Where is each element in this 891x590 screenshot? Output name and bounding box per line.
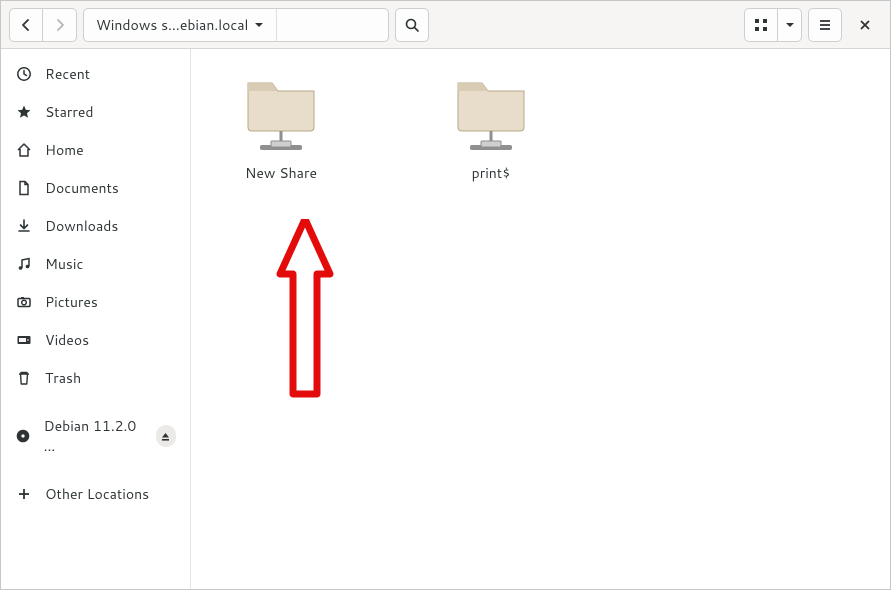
icon-view-button[interactable]: [744, 8, 778, 42]
sidebar-item-music[interactable]: Music: [1, 245, 190, 283]
document-icon: [15, 180, 33, 196]
search-icon: [404, 17, 420, 33]
sidebar-item-label: Starred: [45, 102, 94, 122]
sidebar-item-other-locations[interactable]: Other Locations: [1, 475, 190, 513]
share-folder[interactable]: print$: [431, 69, 551, 183]
sidebar-item-pictures[interactable]: Pictures: [1, 283, 190, 321]
share-folder[interactable]: New Share: [221, 69, 341, 183]
music-icon: [15, 256, 33, 272]
download-icon: [15, 218, 33, 234]
network-folder-icon: [236, 69, 326, 157]
sidebar-item-label: Debian 11.2.0 …: [44, 416, 144, 456]
path-segment-current[interactable]: Windows s…ebian.local: [84, 9, 277, 41]
forward-button[interactable]: [43, 8, 77, 42]
video-icon: [15, 332, 33, 348]
view-options-dropdown[interactable]: [778, 8, 802, 42]
header-right-group: [744, 8, 882, 42]
view-mode-group: [744, 8, 802, 42]
sidebar-item-label: Trash: [45, 368, 81, 388]
chevron-down-icon: [785, 20, 795, 30]
body: Recent Starred Home Documents Downloads: [1, 49, 890, 589]
home-icon: [15, 142, 33, 158]
sidebar-item-recent[interactable]: Recent: [1, 55, 190, 93]
sidebar-item-label: Other Locations: [45, 484, 149, 504]
hamburger-icon: [817, 17, 833, 33]
path-bar[interactable]: Windows s…ebian.local: [83, 8, 389, 42]
eject-button[interactable]: [156, 425, 176, 447]
folder-label: New Share: [245, 163, 317, 183]
search-button[interactable]: [395, 8, 429, 42]
sidebar-item-label: Pictures: [45, 292, 98, 312]
plus-icon: [15, 487, 33, 501]
sidebar-item-home[interactable]: Home: [1, 131, 190, 169]
sidebar-item-label: Videos: [45, 330, 89, 350]
star-icon: [15, 104, 33, 120]
close-window-button[interactable]: [848, 8, 882, 42]
trash-icon: [15, 370, 33, 386]
sidebar-item-disc[interactable]: Debian 11.2.0 …: [1, 407, 190, 465]
close-icon: [858, 18, 872, 32]
sidebar-item-label: Downloads: [45, 216, 118, 236]
path-label: Windows s…ebian.local: [96, 15, 248, 35]
sidebar: Recent Starred Home Documents Downloads: [1, 49, 191, 589]
clock-icon: [15, 66, 33, 82]
sidebar-item-starred[interactable]: Starred: [1, 93, 190, 131]
sidebar-item-label: Documents: [45, 178, 119, 198]
chevron-left-icon: [20, 19, 32, 31]
sidebar-item-trash[interactable]: Trash: [1, 359, 190, 397]
sidebar-item-downloads[interactable]: Downloads: [1, 207, 190, 245]
path-segment-empty[interactable]: [277, 9, 387, 41]
content-area[interactable]: New Share print$: [191, 49, 890, 589]
annotation-arrow: [275, 219, 335, 409]
sidebar-item-label: Recent: [45, 64, 90, 84]
nav-button-group: [9, 8, 77, 42]
disc-icon: [15, 428, 32, 444]
chevron-right-icon: [54, 19, 66, 31]
header-bar: Windows s…ebian.local: [1, 1, 890, 49]
back-button[interactable]: [9, 8, 43, 42]
sidebar-item-label: Music: [45, 254, 83, 274]
sidebar-item-label: Home: [45, 140, 84, 160]
folder-label: print$: [472, 163, 511, 183]
camera-icon: [15, 294, 33, 310]
sidebar-item-videos[interactable]: Videos: [1, 321, 190, 359]
grid-view-icon: [753, 17, 769, 33]
network-folder-icon: [446, 69, 536, 157]
dropdown-icon: [254, 20, 264, 30]
hamburger-menu-button[interactable]: [808, 8, 842, 42]
sidebar-item-documents[interactable]: Documents: [1, 169, 190, 207]
folder-grid: New Share print$: [221, 69, 860, 183]
